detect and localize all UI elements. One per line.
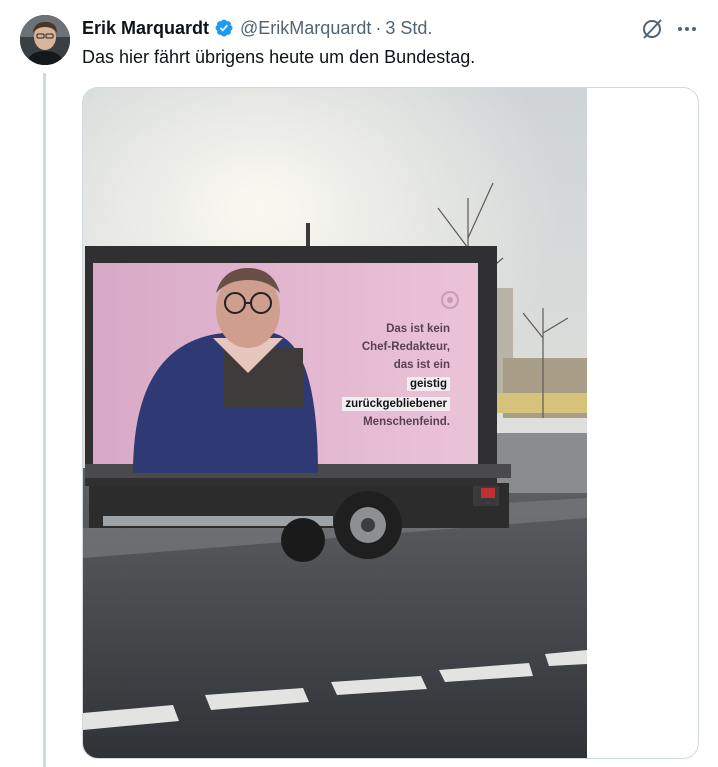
profile-photo — [20, 15, 70, 65]
billboard-highlight-1: geistig — [406, 377, 450, 391]
billboard-line-3: das ist ein — [393, 359, 450, 371]
photo-image — [83, 88, 587, 758]
author-name[interactable]: Erik Marquardt — [82, 18, 209, 39]
tweet-photo[interactable]: Das ist kein Chef-Redakteur, das ist ein… — [83, 88, 587, 758]
tweet-text: Das hier fährt übrigens heute um den Bun… — [82, 47, 476, 67]
thread-connector-line — [43, 73, 46, 767]
billboard-line-1: Das ist kein — [386, 323, 450, 335]
billboard-line-2: Chef-Redakteur, — [361, 341, 450, 353]
tweet-header: Erik Marquardt @ErikMarquardt · 3 Std. — [82, 16, 432, 40]
billboard-line-4: Menschenfeind. — [363, 416, 450, 428]
more-icon[interactable] — [675, 17, 699, 41]
verified-badge-icon[interactable] — [214, 18, 234, 38]
media-card[interactable]: Das ist kein Chef-Redakteur, das ist ein… — [82, 87, 699, 759]
grok-icon[interactable] — [640, 17, 664, 41]
timestamp[interactable]: 3 Std. — [385, 18, 432, 39]
separator-dot: · — [375, 17, 382, 38]
avatar[interactable] — [20, 15, 70, 65]
author-handle[interactable]: @ErikMarquardt — [240, 18, 371, 39]
billboard-highlight-2: zurückgebliebener — [342, 397, 450, 411]
